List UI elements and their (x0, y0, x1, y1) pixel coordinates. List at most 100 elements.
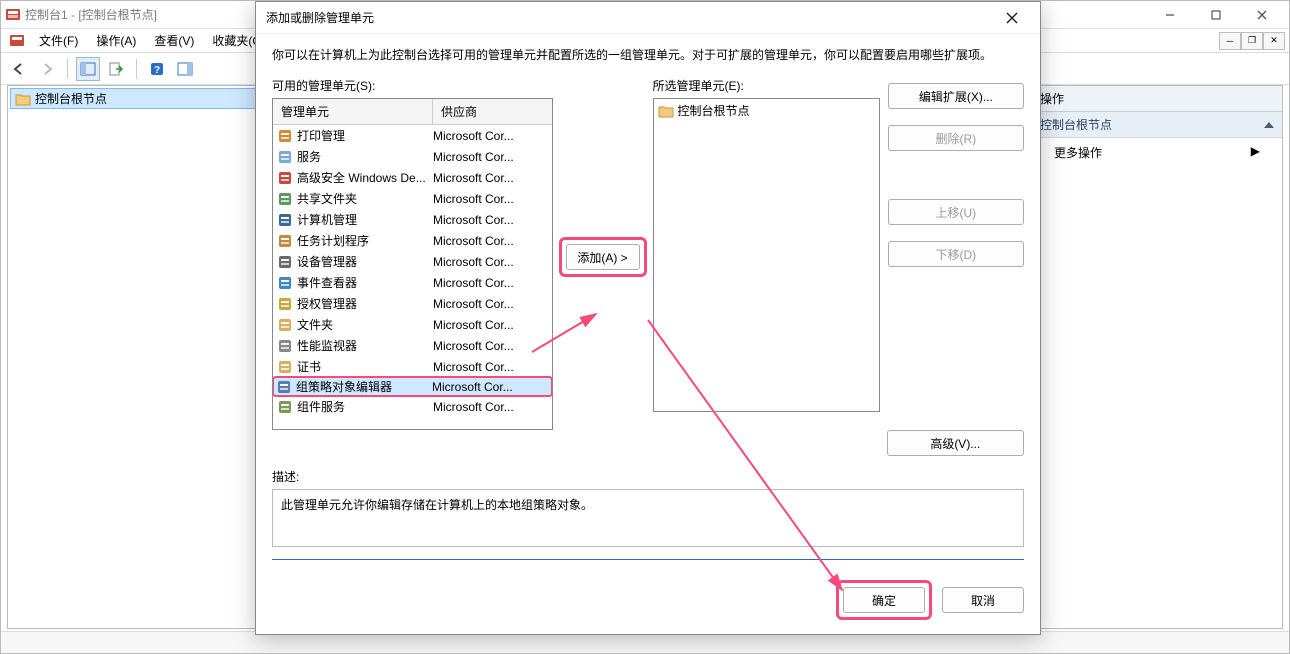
edit-extensions-button[interactable]: 编辑扩展(X)... (888, 83, 1024, 109)
snapin-row[interactable]: 事件查看器 Microsoft Cor... (273, 272, 552, 293)
nav-back-button[interactable] (7, 57, 31, 81)
snapin-icon (277, 399, 293, 415)
snapin-name: 打印管理 (297, 127, 345, 144)
cancel-button[interactable]: 取消 (942, 587, 1024, 613)
snapin-vendor: Microsoft Cor... (433, 129, 552, 143)
snapin-icon (277, 170, 293, 186)
window-title-text: 控制台1 - [控制台根节点] (25, 6, 157, 23)
tree-root-label: 控制台根节点 (35, 90, 107, 107)
add-button-highlight: 添加(A) > (559, 237, 647, 277)
description-text: 此管理单元允许你编辑存储在计算机上的本地组策略对象。 (281, 498, 593, 512)
snapin-row[interactable]: 服务Microsoft Cor... (273, 146, 552, 167)
folder-icon (658, 104, 674, 118)
actions-pane: 操作 控制台根节点 更多操作 ▶ (1031, 85, 1283, 629)
show-tree-button[interactable] (76, 57, 100, 81)
snapin-name: 事件查看器 (297, 274, 357, 291)
dialog-close-button[interactable] (994, 4, 1030, 32)
selected-root-label: 控制台根节点 (678, 102, 750, 119)
tree-root-node[interactable]: 控制台根节点 (10, 88, 256, 109)
ok-button[interactable]: 确定 (843, 587, 925, 613)
mdi-minimize-button[interactable]: ─ (1219, 32, 1241, 50)
snapin-vendor: Microsoft Cor... (433, 360, 552, 374)
snapin-vendor: Microsoft Cor... (433, 318, 552, 332)
snapin-name: 证书 (297, 358, 321, 375)
export-button[interactable] (104, 57, 128, 81)
snapin-icon (277, 317, 293, 333)
snapin-row[interactable]: 授权管理器 Microsoft Cor... (273, 293, 552, 314)
snapin-row[interactable]: 计算机管理Microsoft Cor... (273, 209, 552, 230)
snapin-vendor: Microsoft Cor... (433, 234, 552, 248)
mdi-close-button[interactable]: ✕ (1263, 32, 1285, 50)
minimize-button[interactable] (1147, 1, 1193, 29)
actions-group[interactable]: 控制台根节点 (1032, 112, 1282, 138)
chevron-right-icon: ▶ (1251, 144, 1260, 158)
snapin-row[interactable]: 文件夹 Microsoft Cor... (273, 314, 552, 335)
snapin-name: 计算机管理 (297, 211, 357, 228)
snapin-vendor: Microsoft Cor... (433, 192, 552, 206)
snapin-vendor: Microsoft Cor... (433, 276, 552, 290)
add-button[interactable]: 添加(A) > (566, 244, 640, 270)
snapin-row[interactable]: 打印管理 Microsoft Cor... (273, 125, 552, 146)
snapin-icon (277, 128, 293, 144)
selected-root-node[interactable]: 控制台根节点 (654, 99, 879, 120)
remove-button[interactable]: 删除(R) (888, 125, 1024, 151)
folder-icon (15, 92, 31, 106)
actions-group-label: 控制台根节点 (1040, 116, 1112, 133)
tree-pane[interactable]: 控制台根节点 (7, 85, 259, 629)
snapin-icon (277, 233, 293, 249)
snapin-icon (277, 296, 293, 312)
snapin-name: 文件夹 (297, 316, 333, 333)
snapin-name: 组策略对象编辑器 (296, 378, 392, 395)
help-button[interactable]: ? (145, 57, 169, 81)
menu-action[interactable]: 操作(A) (88, 30, 144, 51)
dialog-title: 添加或删除管理单元 (266, 9, 374, 26)
snapin-icon (277, 254, 293, 270)
snapin-name: 任务计划程序 (297, 232, 369, 249)
selected-snapins-list[interactable]: 控制台根节点 (653, 98, 880, 412)
snapin-row[interactable]: 组策略对象编辑器 Microsoft Cor... (273, 376, 552, 397)
list-header[interactable]: 管理单元 供应商 (273, 99, 552, 125)
snapin-name: 性能监视器 (297, 337, 357, 354)
available-snapins-list[interactable]: 管理单元 供应商 打印管理Microsoft Cor...服务Microsoft… (272, 98, 553, 430)
dialog-titlebar[interactable]: 添加或删除管理单元 (256, 2, 1040, 34)
snapin-row[interactable]: 共享文件夹 Microsoft Cor... (273, 188, 552, 209)
snapin-row[interactable]: 证书 Microsoft Cor... (273, 356, 552, 377)
snapin-vendor: Microsoft Cor... (433, 255, 552, 269)
snapin-row[interactable]: 任务计划程序 Microsoft Cor... (273, 230, 552, 251)
snapin-icon (277, 359, 293, 375)
snapin-icon (277, 338, 293, 354)
col-snapin[interactable]: 管理单元 (273, 99, 433, 124)
snapin-row[interactable]: 高级安全 Windows De...Microsoft Cor... (273, 167, 552, 188)
available-label: 可用的管理单元(S): (272, 77, 553, 94)
mmc-app-icon (5, 7, 21, 23)
snapin-vendor: Microsoft Cor... (432, 380, 551, 394)
window-title: 控制台1 - [控制台根节点] (5, 6, 157, 23)
snapin-name: 共享文件夹 (297, 190, 357, 207)
close-button[interactable] (1239, 1, 1285, 29)
col-vendor[interactable]: 供应商 (433, 99, 552, 124)
show-actions-button[interactable] (173, 57, 197, 81)
snapin-name: 授权管理器 (297, 295, 357, 312)
actions-header: 操作 (1032, 86, 1282, 112)
snapin-row[interactable]: 性能监视器Microsoft Cor... (273, 335, 552, 356)
snapin-name: 服务 (297, 148, 321, 165)
close-icon (1006, 12, 1018, 24)
move-down-button[interactable]: 下移(D) (888, 241, 1024, 267)
dialog-separator (272, 559, 1024, 560)
description-label: 描述: (272, 468, 1024, 485)
actions-more[interactable]: 更多操作 ▶ (1032, 138, 1282, 167)
snapin-row[interactable]: 组件服务Microsoft Cor... (273, 396, 552, 417)
snapin-vendor: Microsoft Cor... (433, 297, 552, 311)
snapin-row[interactable]: 设备管理器Microsoft Cor... (273, 251, 552, 272)
nav-forward-button[interactable] (35, 57, 59, 81)
menu-file[interactable]: 文件(F) (31, 30, 86, 51)
svg-text:?: ? (154, 65, 160, 76)
advanced-button[interactable]: 高级(V)... (887, 430, 1024, 456)
move-up-button[interactable]: 上移(U) (888, 199, 1024, 225)
menu-view[interactable]: 查看(V) (146, 30, 202, 51)
collapse-icon (1264, 122, 1274, 128)
mdi-restore-button[interactable]: ❐ (1241, 32, 1263, 50)
snapin-vendor: Microsoft Cor... (433, 400, 552, 414)
snapin-name: 高级安全 Windows De... (297, 169, 426, 186)
maximize-button[interactable] (1193, 1, 1239, 29)
